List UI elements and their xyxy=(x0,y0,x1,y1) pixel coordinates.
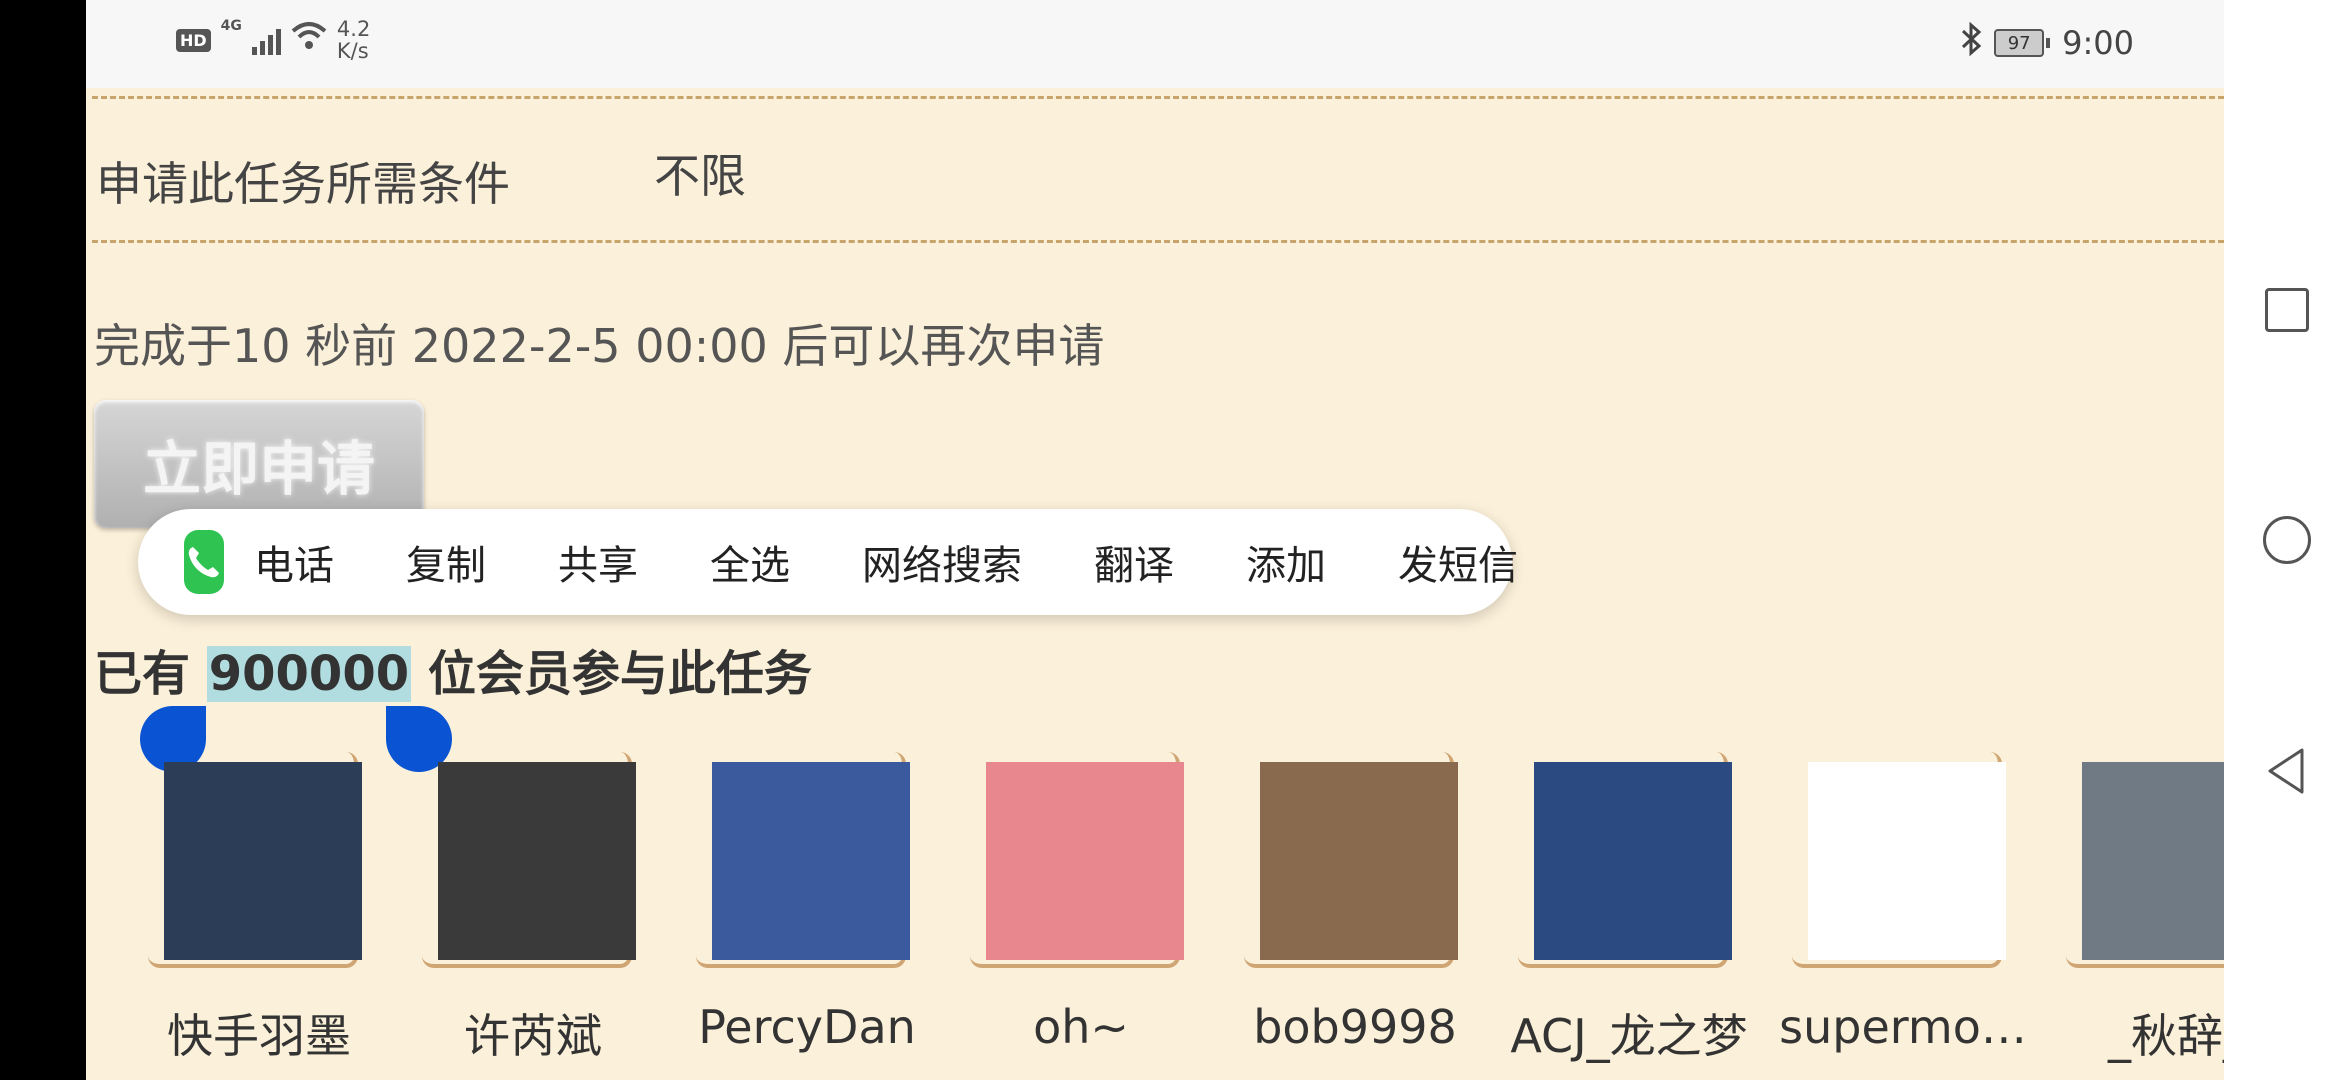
member-name[interactable]: 许芮斌 xyxy=(408,1000,658,1066)
menu-add-contact[interactable]: 添加 xyxy=(1246,533,1326,591)
menu-send-sms[interactable]: 发短信 xyxy=(1398,533,1518,591)
left-bezel xyxy=(0,0,86,1080)
avatar[interactable] xyxy=(986,762,1184,960)
avatar[interactable] xyxy=(1534,762,1732,960)
avatar[interactable] xyxy=(712,762,910,960)
network-speed-value: 4.2 xyxy=(336,17,371,41)
network-speed-unit: K/s xyxy=(336,39,369,63)
menu-web-search[interactable]: 网络搜索 xyxy=(862,533,1022,591)
member-name[interactable]: bob9998 xyxy=(1230,1000,1480,1054)
divider xyxy=(92,96,2224,99)
status-bar: HD 4G 4.2 K/s 97 9:00 xyxy=(86,0,2224,88)
member-count-selected[interactable]: 900000 xyxy=(206,646,412,702)
clock: 9:00 xyxy=(2062,24,2134,62)
back-button[interactable] xyxy=(2264,746,2308,800)
avatar[interactable] xyxy=(1808,762,2006,960)
member-count-prefix: 已有 xyxy=(94,646,207,702)
member-count-suffix: 位会员参与此任务 xyxy=(411,646,812,702)
member-count-line: 已有 900000 位会员参与此任务 xyxy=(94,634,812,704)
member-name[interactable]: PercyDan xyxy=(682,1000,932,1054)
menu-copy[interactable]: 复制 xyxy=(406,533,486,591)
member-name[interactable]: oh~ xyxy=(956,1000,1206,1054)
battery-icon: 97 xyxy=(1994,29,2051,57)
menu-call[interactable]: 电话 xyxy=(254,533,334,591)
status-right: 97 9:00 xyxy=(1960,21,2134,64)
member-name[interactable]: 快手羽墨 xyxy=(134,1000,384,1066)
requirement-label: 申请此任务所需条件 xyxy=(96,157,510,211)
home-button[interactable] xyxy=(2263,516,2311,564)
signal-icon xyxy=(251,25,281,55)
member-name[interactable]: supermo… xyxy=(1778,1000,2028,1054)
requirement-value: 不限 xyxy=(654,149,746,203)
text-selection-menu: 电话 复制 共享 全选 网络搜索 翻译 添加 发短信 xyxy=(138,509,1518,615)
bluetooth-icon xyxy=(1960,21,1982,64)
member-name[interactable]: _秋辞_ xyxy=(2052,1000,2224,1066)
wifi-icon xyxy=(291,21,327,59)
menu-translate[interactable]: 翻译 xyxy=(1094,533,1174,591)
avatar[interactable] xyxy=(438,762,636,960)
divider xyxy=(92,240,2224,243)
status-left: HD 4G 4.2 K/s xyxy=(176,18,370,62)
avatar[interactable] xyxy=(164,762,362,960)
phone-icon[interactable] xyxy=(184,530,224,594)
avatar[interactable] xyxy=(2082,762,2224,960)
hd-badge: HD xyxy=(176,28,211,52)
menu-select-all[interactable]: 全选 xyxy=(710,533,790,591)
recent-apps-button[interactable] xyxy=(2265,288,2309,332)
battery-level: 97 xyxy=(1994,29,2045,57)
member-name[interactable]: ACJ_龙之梦 xyxy=(1504,1000,1754,1066)
app-screen: HD 4G 4.2 K/s 97 9:00 申请此任务所需条件 不限 完成于10… xyxy=(86,0,2224,1080)
network-label: 4G xyxy=(220,18,242,34)
avatar[interactable] xyxy=(1260,762,1458,960)
member-avatar-list: 快手羽墨 许芮斌 PercyDan oh~ bob9998 ACJ_龙之梦 supermo…… xyxy=(86,752,2224,1080)
network-speed: 4.2 K/s xyxy=(337,18,370,62)
completion-status: 完成于10 秒前 2022-2-5 00:00 后可以再次申请 xyxy=(94,319,1105,373)
menu-share[interactable]: 共享 xyxy=(558,533,638,591)
